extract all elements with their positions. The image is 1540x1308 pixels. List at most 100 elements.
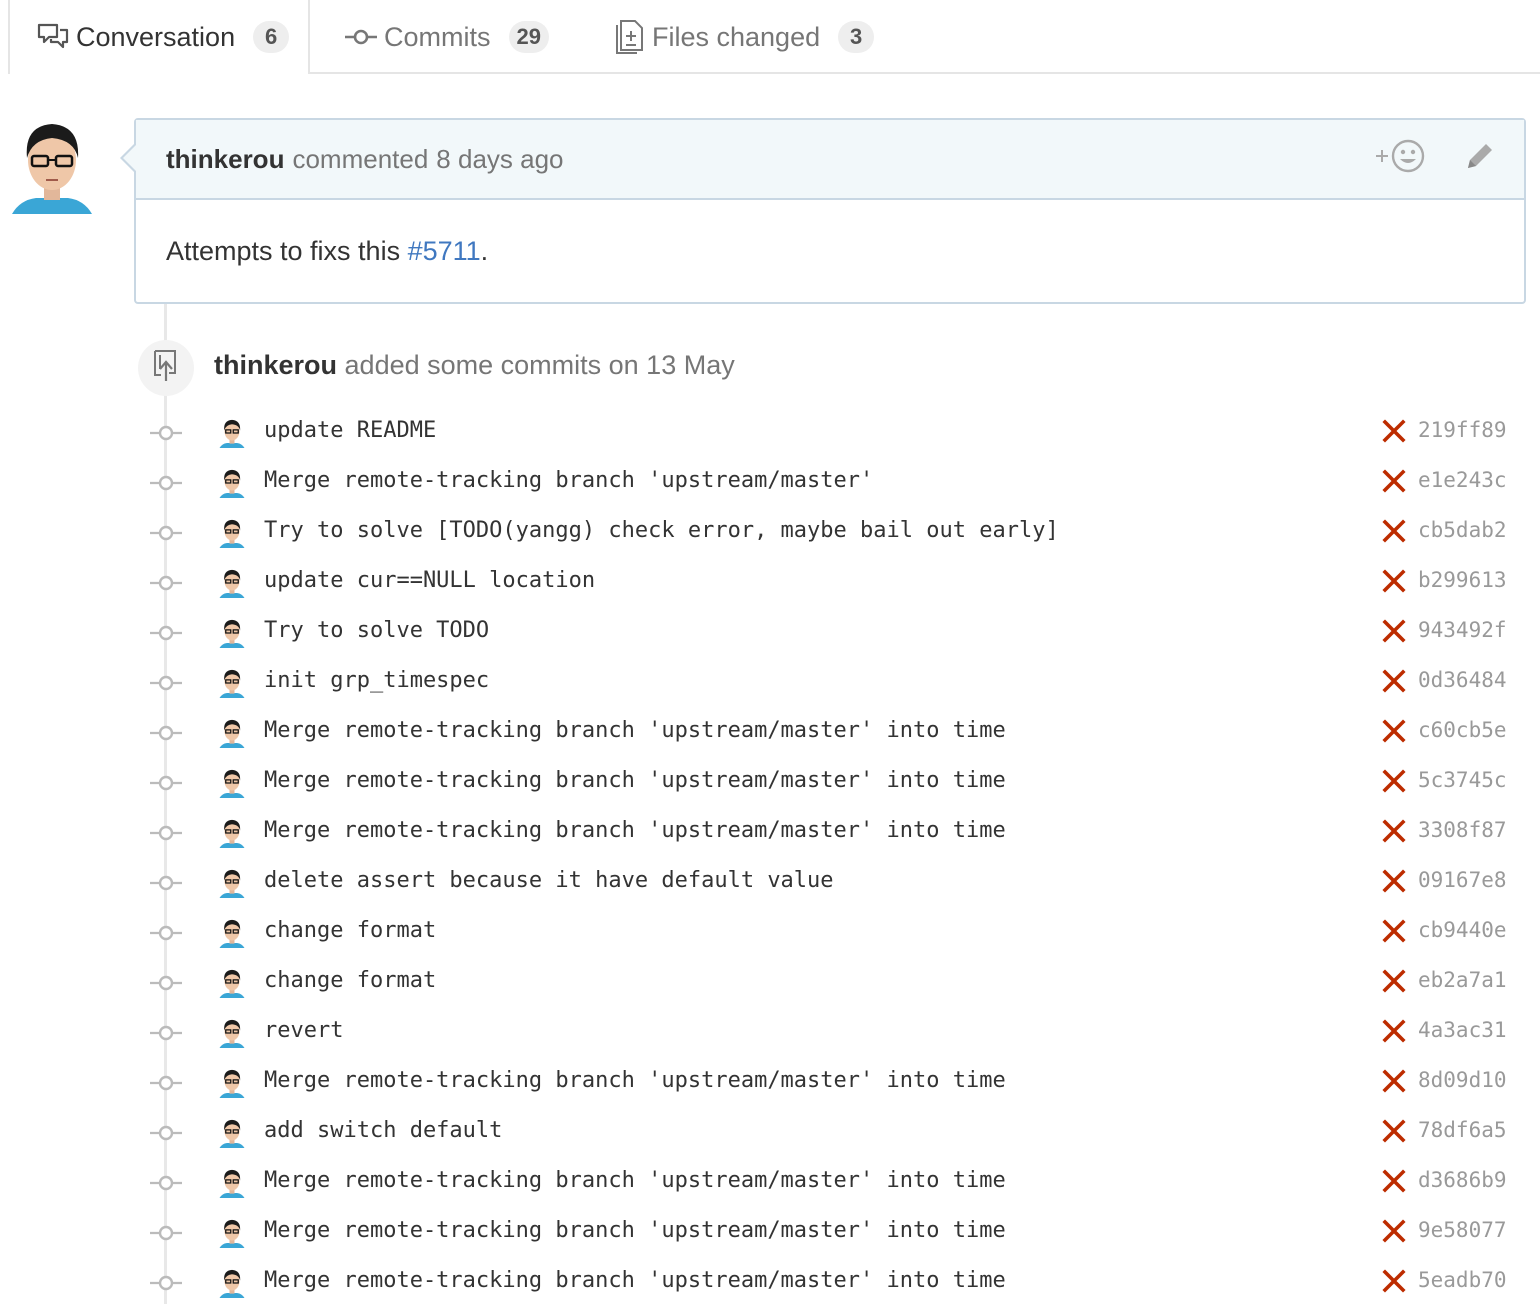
commit-author-avatar[interactable] [218,468,246,498]
commit-author-avatar[interactable] [218,718,246,748]
commit-message[interactable]: add switch default [264,1118,502,1143]
commit-author-avatar[interactable] [218,1218,246,1248]
status-failure-icon[interactable] [1382,719,1406,743]
status-failure-icon[interactable] [1382,619,1406,643]
status-failure-icon[interactable] [1382,569,1406,593]
commit-message[interactable]: change format [264,968,436,993]
commit-node-icon [150,922,182,944]
commit-message[interactable]: init grp_timespec [264,668,489,693]
commit-sha[interactable]: 8d09d10 [1418,1068,1507,1092]
tab-files-changed-label: Files changed [652,21,821,52]
commit-author-avatar[interactable] [218,818,246,848]
commit-sha[interactable]: 0d36484 [1418,668,1507,692]
commit-node-icon [150,722,182,744]
commit-row: Merge remote-tracking branch 'upstream/m… [0,1058,1540,1108]
status-failure-icon[interactable] [1382,1169,1406,1193]
commit-row: change format cb9440e [0,908,1540,958]
commit-author-avatar[interactable] [218,768,246,798]
commit-sha[interactable]: 943492f [1418,618,1507,642]
status-failure-icon[interactable] [1382,819,1406,843]
commit-row: Try to solve [TODO(yangg) check error, m… [0,508,1540,558]
commit-message[interactable]: delete assert because it have default va… [264,868,834,893]
status-failure-icon[interactable] [1382,869,1406,893]
commit-author-avatar[interactable] [218,1268,246,1298]
commit-node-icon [150,422,182,444]
status-failure-icon[interactable] [1382,1219,1406,1243]
commit-author-avatar[interactable] [218,1118,246,1148]
commit-message[interactable]: Merge remote-tracking branch 'upstream/m… [264,1168,1006,1193]
tab-commits[interactable]: Commits 29 [344,0,549,74]
commit-author-avatar[interactable] [218,868,246,898]
status-failure-icon[interactable] [1382,519,1406,543]
comment-timestamp[interactable]: 8 days ago [436,144,563,175]
commit-author-avatar[interactable] [218,1068,246,1098]
commit-sha[interactable]: 3308f87 [1418,818,1507,842]
commit-row: Merge remote-tracking branch 'upstream/m… [0,1208,1540,1258]
commit-sha[interactable]: 5eadb70 [1418,1268,1507,1292]
commit-node-icon [150,622,182,644]
commit-row: Merge remote-tracking branch 'upstream/m… [0,1158,1540,1208]
commit-author-avatar[interactable] [218,568,246,598]
status-failure-icon[interactable] [1382,769,1406,793]
tab-conversation[interactable]: Conversation 6 [8,0,310,74]
comment-body: Attempts to fixs this #5711. [136,200,1524,303]
commit-message[interactable]: change format [264,918,436,943]
commit-sha[interactable]: 4a3ac31 [1418,1018,1507,1042]
commit-author-avatar[interactable] [218,1168,246,1198]
status-failure-icon[interactable] [1382,1069,1406,1093]
status-failure-icon[interactable] [1382,419,1406,443]
commit-author-avatar[interactable] [218,918,246,948]
status-failure-icon[interactable] [1382,1019,1406,1043]
commit-message[interactable]: update README [264,418,436,443]
commit-row: Merge remote-tracking branch 'upstream/m… [0,758,1540,808]
commit-message[interactable]: Merge remote-tracking branch 'upstream/m… [264,768,1006,793]
commit-sha[interactable]: c60cb5e [1418,718,1507,742]
comment-author-avatar[interactable] [12,118,92,214]
commit-message[interactable]: Merge remote-tracking branch 'upstream/m… [264,1218,1006,1243]
commit-message[interactable]: revert [264,1018,343,1043]
commit-sha[interactable]: cb5dab2 [1418,518,1507,542]
edit-pencil-icon[interactable] [1464,140,1496,179]
tab-files-changed[interactable]: Files changed 3 [612,0,875,74]
commit-sha[interactable]: cb9440e [1418,918,1507,942]
commit-sha[interactable]: 78df6a5 [1418,1118,1507,1142]
commit-message[interactable]: Merge remote-tracking branch 'upstream/m… [264,1268,1006,1293]
commit-message[interactable]: update cur==NULL location [264,568,595,593]
commit-sha[interactable]: e1e243c [1418,468,1507,492]
status-failure-icon[interactable] [1382,469,1406,493]
status-failure-icon[interactable] [1382,919,1406,943]
commit-sha[interactable]: eb2a7a1 [1418,968,1507,992]
add-reaction-icon[interactable] [1374,138,1428,181]
commit-node-icon [150,1272,182,1294]
commit-author-avatar[interactable] [218,518,246,548]
commit-sha[interactable]: 5c3745c [1418,768,1507,792]
status-failure-icon[interactable] [1382,1269,1406,1293]
commit-message[interactable]: Merge remote-tracking branch 'upstream/m… [264,1068,1006,1093]
commit-message[interactable]: Try to solve [TODO(yangg) check error, m… [264,518,1059,543]
comment-actions [1374,138,1496,181]
commit-node-icon [150,1122,182,1144]
commit-message[interactable]: Merge remote-tracking branch 'upstream/m… [264,468,873,493]
tab-commits-count: 29 [508,21,549,53]
push-author[interactable]: thinkerou [214,350,337,380]
status-failure-icon[interactable] [1382,969,1406,993]
commit-author-avatar[interactable] [218,668,246,698]
commit-author-avatar[interactable] [218,1018,246,1048]
commit-sha[interactable]: 9e58077 [1418,1218,1507,1242]
status-failure-icon[interactable] [1382,669,1406,693]
commit-message[interactable]: Try to solve TODO [264,618,489,643]
commit-sha[interactable]: d3686b9 [1418,1168,1507,1192]
tab-commits-label: Commits [384,21,491,52]
commit-message[interactable]: Merge remote-tracking branch 'upstream/m… [264,718,1006,743]
commit-sha[interactable]: 09167e8 [1418,868,1507,892]
comment-author[interactable]: thinkerou [166,144,284,175]
commit-message[interactable]: Merge remote-tracking branch 'upstream/m… [264,818,1006,843]
commit-author-avatar[interactable] [218,418,246,448]
comment-pointer-fill [123,144,137,172]
status-failure-icon[interactable] [1382,1119,1406,1143]
commit-sha[interactable]: 219ff89 [1418,418,1507,442]
issue-link[interactable]: #5711 [408,236,481,266]
commit-author-avatar[interactable] [218,968,246,998]
commit-sha[interactable]: b299613 [1418,568,1507,592]
commit-author-avatar[interactable] [218,618,246,648]
